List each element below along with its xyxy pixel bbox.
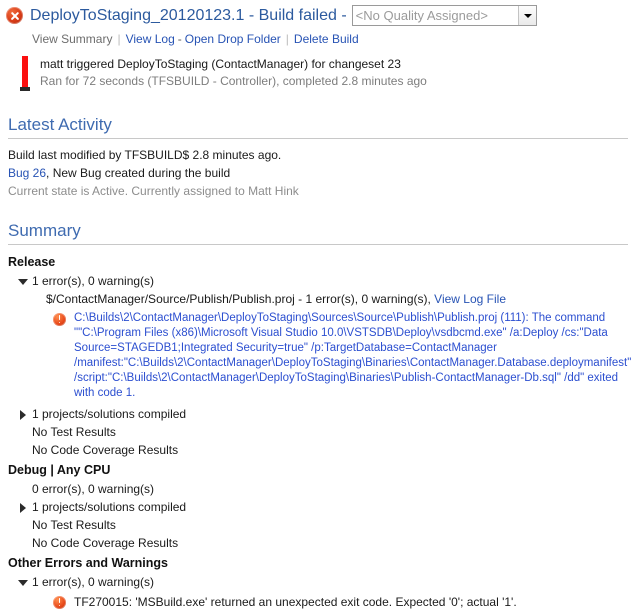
view-log-file-link[interactable]: View Log File <box>434 292 506 306</box>
build-trigger-text: matt triggered DeployToStaging (ContactM… <box>34 56 427 91</box>
triangle-right-icon-2[interactable] <box>18 498 28 516</box>
triangle-right-icon[interactable] <box>18 405 28 423</box>
debug-test-results: No Test Results <box>32 518 116 532</box>
status-bar-red <box>22 56 28 87</box>
build-failed-icon <box>6 7 23 24</box>
summary-heading: Summary <box>8 220 628 245</box>
command-separator: | <box>117 32 121 46</box>
page-title: DeployToStaging_20120123.1 - Build faile… <box>30 6 347 24</box>
command-dash: - <box>177 32 182 46</box>
bug-link[interactable]: Bug 26 <box>8 166 46 180</box>
latest-activity-body: Build last modified by TFSBUILD$ 2.8 min… <box>0 139 636 200</box>
last-modified-text: Build last modified by TFSBUILD$ 2.8 min… <box>8 148 282 162</box>
build-quality-value: <No Quality Assigned> <box>355 8 488 23</box>
other-error-counts: 1 error(s), 0 warning(s) <box>32 575 155 589</box>
release-file-line: $/ContactManager/Source/Publish/Publish.… <box>46 290 636 308</box>
latest-activity-heading: Latest Activity <box>8 114 628 139</box>
debug-compiled-text: 1 projects/solutions compiled <box>32 500 187 514</box>
config-header-debug: Debug | Any CPU <box>8 463 111 477</box>
triangle-down-icon-2[interactable] <box>18 573 28 591</box>
debug-coverage-results: No Code Coverage Results <box>32 536 179 550</box>
status-bar-base <box>20 87 30 91</box>
release-file-text: $/ContactManager/Source/Publish/Publish.… <box>46 292 435 306</box>
config-header-release: Release <box>8 255 56 269</box>
delete-build-link[interactable]: Delete Build <box>294 32 359 46</box>
release-error-row: C:\Builds\2\ContactManager\DeployToStagi… <box>53 311 636 401</box>
error-icon <box>53 313 66 326</box>
build-quality-select[interactable]: <No Quality Assigned> <box>351 5 537 26</box>
bug-line-rest: , New Bug created during the build <box>46 166 231 180</box>
other-error-counts-row[interactable]: 1 error(s), 0 warning(s) <box>8 573 636 591</box>
release-test-results: No Test Results <box>32 425 116 439</box>
build-trigger-block: matt triggered DeployToStaging (ContactM… <box>20 56 636 91</box>
chevron-down-icon[interactable] <box>517 6 536 25</box>
release-compiled-text: 1 projects/solutions compiled <box>32 407 187 421</box>
open-drop-folder-link[interactable]: Open Drop Folder <box>185 32 281 46</box>
bug-line: Bug 26, New Bug created during the build <box>8 164 636 182</box>
build-header: DeployToStaging_20120123.1 - Build faile… <box>0 0 636 26</box>
release-error-counts-row[interactable]: 1 error(s), 0 warning(s) <box>8 272 636 290</box>
summary-body: Release 1 error(s), 0 warning(s) $/Conta… <box>0 245 636 610</box>
build-status-bar-icon <box>20 56 34 91</box>
release-compiled-row[interactable]: 1 projects/solutions compiled <box>8 405 636 423</box>
command-bar: View Summary | View Log - Open Drop Folder | D… <box>0 26 636 47</box>
other-error-message: TF270015: 'MSBuild.exe' returned an unex… <box>74 595 517 609</box>
debug-error-counts: 0 error(s), 0 warning(s) <box>32 482 155 496</box>
release-coverage-results: No Code Coverage Results <box>32 443 179 457</box>
trigger-summary: matt triggered DeployToStaging (ContactM… <box>40 57 401 71</box>
bug-state-text: Current state is Active. Currently assig… <box>8 184 299 198</box>
other-error-row: TF270015: 'MSBuild.exe' returned an unex… <box>53 594 636 610</box>
error-icon-2 <box>53 596 66 609</box>
config-header-other: Other Errors and Warnings <box>8 556 168 570</box>
trigger-duration: Ran for 72 seconds (TFSBUILD - Controlle… <box>40 74 427 88</box>
command-separator-2: | <box>285 32 289 46</box>
view-log-link[interactable]: View Log <box>126 32 175 46</box>
view-summary-label: View Summary <box>32 32 113 46</box>
triangle-down-icon[interactable] <box>18 272 28 290</box>
debug-compiled-row[interactable]: 1 projects/solutions compiled <box>8 498 636 516</box>
release-error-message: C:\Builds\2\ContactManager\DeployToStagi… <box>74 312 632 399</box>
release-error-counts: 1 error(s), 0 warning(s) <box>32 274 155 288</box>
